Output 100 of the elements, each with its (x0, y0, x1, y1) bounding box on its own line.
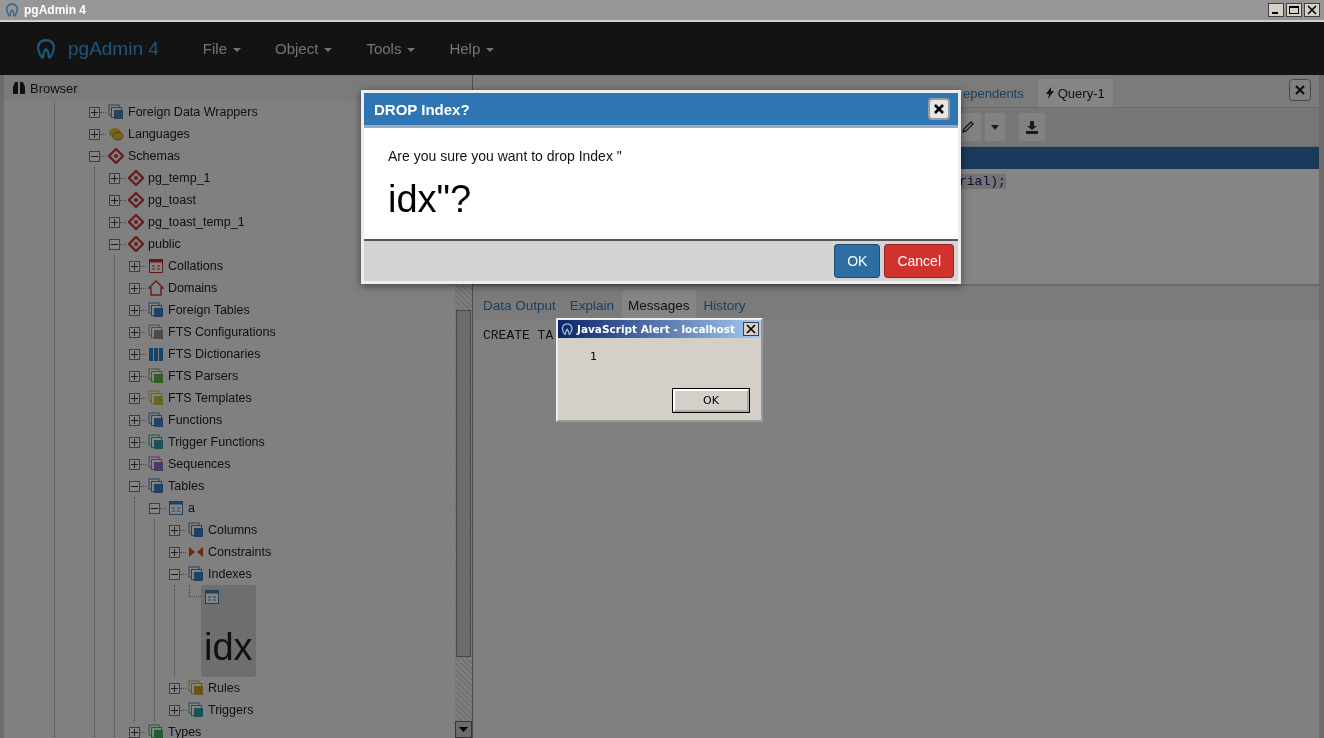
diamond-icon (108, 148, 124, 164)
stack-icon (148, 390, 164, 406)
stack-icon (148, 368, 164, 384)
tab[interactable]: Query-1 (1037, 79, 1113, 107)
menu-item[interactable]: Object (261, 22, 347, 75)
tree-item-label[interactable]: FTS Configurations (168, 325, 276, 339)
expand-icon[interactable] (109, 172, 120, 184)
tree-item-label[interactable]: Domains (168, 281, 218, 295)
tab[interactable]: History (697, 290, 752, 320)
expand-icon[interactable] (89, 106, 100, 118)
tree-item-label[interactable]: Sequences (168, 457, 231, 471)
collapse-icon[interactable] (109, 238, 120, 250)
tree-item-label[interactable]: Foreign Tables (168, 303, 250, 317)
tree-item-label[interactable]: Rules (208, 681, 240, 695)
close-icon[interactable] (928, 98, 950, 120)
tree-item-label[interactable]: Triggers (208, 703, 254, 717)
tree-item-label[interactable]: Indexes (208, 567, 252, 581)
collapse-icon[interactable] (89, 150, 100, 162)
menu-item[interactable]: File (188, 22, 255, 75)
tree-item-label[interactable]: Functions (168, 413, 223, 427)
stack-icon (148, 478, 164, 494)
stack-icon (188, 522, 204, 538)
expand-icon[interactable] (129, 392, 140, 404)
tree-item-label[interactable]: Types (168, 725, 202, 738)
tree-item-label[interactable]: a (188, 501, 195, 515)
selected-tree-item[interactable]: idx (201, 585, 256, 677)
collapse-icon[interactable] (149, 502, 160, 514)
tree-item-label[interactable]: public (148, 237, 181, 251)
download-button[interactable] (1019, 113, 1045, 141)
tree-item-label[interactable]: FTS Dictionaries (168, 347, 261, 361)
expand-icon[interactable] (129, 326, 140, 338)
diamond-icon (128, 236, 144, 252)
maximize-icon[interactable] (1286, 3, 1302, 17)
stack-icon (108, 104, 124, 120)
caret-icon (407, 48, 416, 52)
minimize-icon[interactable] (1268, 3, 1284, 17)
stack-icon (188, 702, 204, 718)
stack-icon (148, 434, 164, 450)
tree-item-label[interactable]: FTS Templates (168, 391, 252, 405)
tree-item-label[interactable]: Schemas (128, 149, 181, 163)
bubble-icon (108, 126, 124, 142)
tab[interactable]: Data Output (477, 290, 562, 320)
message-text: CREATE TA (483, 328, 554, 343)
expand-icon[interactable] (129, 414, 140, 426)
menu-item[interactable]: Tools (352, 22, 430, 75)
stack-icon (148, 412, 164, 428)
expand-icon[interactable] (129, 726, 140, 738)
lightning-icon (1045, 87, 1054, 99)
expand-icon[interactable] (169, 546, 180, 558)
menu-item[interactable]: Help (435, 22, 509, 75)
binoculars-icon (12, 81, 26, 95)
caret-icon (486, 48, 495, 52)
tree-item-label[interactable]: Languages (128, 127, 190, 141)
index-name: idx"? (388, 178, 473, 221)
tab[interactable]: Explain (563, 290, 621, 320)
expand-icon[interactable] (109, 194, 120, 206)
bowtie-icon (188, 544, 204, 560)
dropdown-button[interactable] (985, 113, 1005, 141)
tree-item-label[interactable]: FTS Parsers (168, 369, 239, 383)
collapse-icon[interactable] (169, 568, 180, 580)
alert-message: 1 (590, 350, 598, 363)
caret-icon (991, 124, 999, 130)
tree-item-label[interactable]: Columns (208, 523, 258, 537)
caret-icon (324, 48, 333, 52)
expand-icon[interactable] (129, 348, 140, 360)
cancel-button[interactable]: Cancel (884, 244, 954, 278)
tree-item-label[interactable]: Trigger Functions (168, 435, 265, 449)
tree-item-label[interactable]: pg_temp_1 (148, 171, 211, 185)
ok-button[interactable]: OK (834, 244, 881, 278)
expand-icon[interactable] (129, 458, 140, 470)
expand-icon[interactable] (89, 128, 100, 140)
tab[interactable]: Messages (622, 290, 696, 320)
panel-title: Browser (30, 80, 78, 96)
close-icon[interactable] (1304, 3, 1320, 17)
expand-icon[interactable] (169, 682, 180, 694)
diamond-icon (128, 170, 144, 186)
stack-icon (188, 680, 204, 696)
expand-icon[interactable] (129, 370, 140, 382)
stack-icon (148, 302, 164, 318)
bars-icon (148, 346, 164, 362)
tree-item-label[interactable]: Foreign Data Wrappers (128, 105, 258, 119)
collapse-icon[interactable] (129, 480, 140, 492)
tree-item-label[interactable]: pg_toast (148, 193, 196, 207)
tree-item-label[interactable]: Constraints (208, 545, 272, 559)
caret-icon (233, 48, 241, 52)
expand-icon[interactable] (109, 216, 120, 228)
expand-icon[interactable] (129, 304, 140, 316)
pencil-icon (961, 120, 975, 134)
ok-button[interactable]: OK (673, 389, 749, 412)
tree-item-label[interactable]: Tables (168, 479, 205, 493)
close-icon[interactable] (743, 322, 759, 336)
expand-icon[interactable] (169, 524, 180, 536)
tree-item-label[interactable]: pg_toast_temp_1 (148, 215, 245, 229)
tree-item-label[interactable]: Collations (168, 259, 223, 273)
expand-icon[interactable] (129, 282, 140, 294)
diamond-icon (128, 214, 144, 230)
expand-icon[interactable] (129, 436, 140, 448)
expand-icon[interactable] (169, 704, 180, 716)
expand-icon[interactable] (129, 260, 140, 272)
grid-icon (148, 258, 164, 274)
